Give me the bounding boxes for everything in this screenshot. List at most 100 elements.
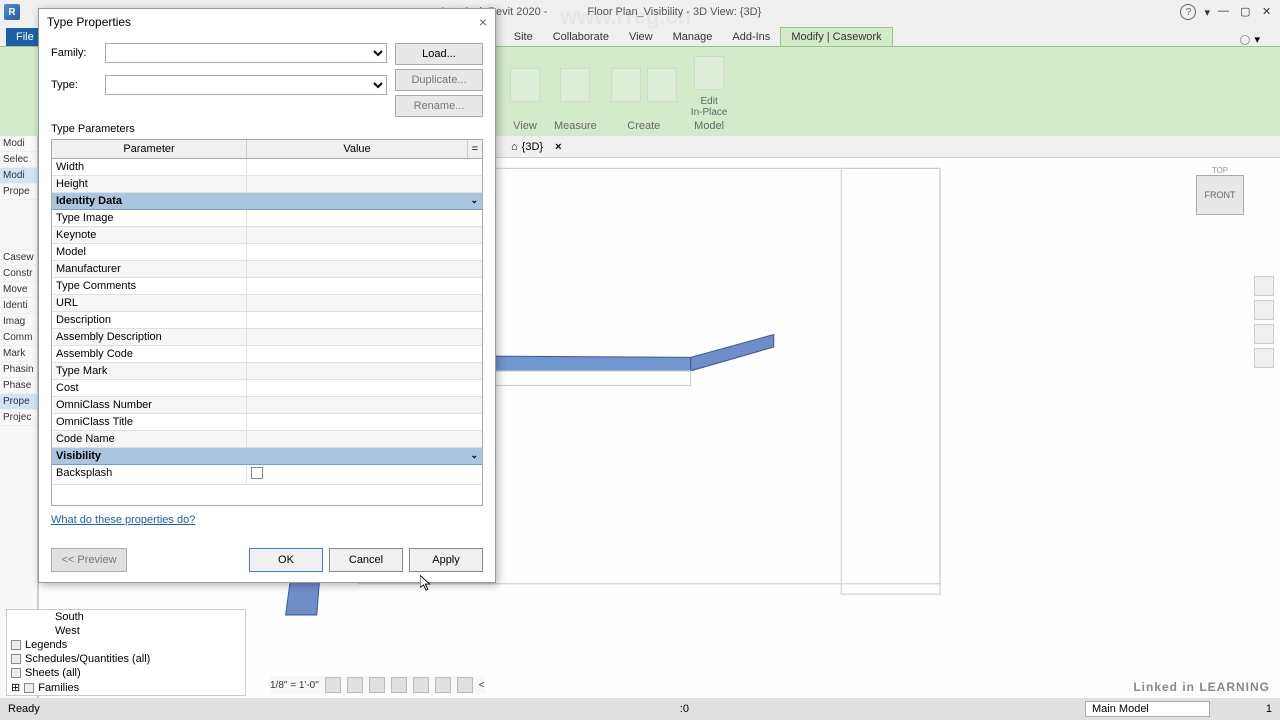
row-code-name[interactable]: Code Name: [52, 431, 247, 447]
row-omni-title[interactable]: OmniClass Title: [52, 414, 247, 430]
param-scroll[interactable]: Width Height Identity Data⌄ Type Image K…: [52, 159, 482, 505]
lp-phasing[interactable]: Phasin: [0, 362, 37, 378]
view-icon[interactable]: [510, 68, 540, 102]
browser-families[interactable]: ⊞Families: [7, 680, 245, 695]
lp-modify2[interactable]: Modi: [0, 168, 37, 184]
ok-button[interactable]: OK: [249, 548, 323, 572]
collapse-icon[interactable]: ⌄: [470, 450, 478, 461]
lp-constr[interactable]: Constr: [0, 266, 37, 282]
nav-cube[interactable]: TOP FRONT: [1180, 166, 1260, 236]
browser-south[interactable]: South: [7, 610, 245, 624]
val-backsplash[interactable]: [247, 465, 482, 484]
apply-button[interactable]: Apply: [409, 548, 483, 572]
filter-icon[interactable]: [1230, 701, 1246, 717]
lp-project[interactable]: Projec: [0, 410, 37, 426]
lp-select[interactable]: Selec: [0, 152, 37, 168]
visual-style-icon[interactable]: [347, 677, 363, 693]
lp-casework[interactable]: Casew: [0, 250, 37, 266]
tab-site[interactable]: Site: [504, 28, 543, 46]
row-assembly-desc[interactable]: Assembly Description: [52, 329, 247, 345]
hide-icon[interactable]: [457, 677, 473, 693]
col-value[interactable]: Value: [247, 140, 468, 158]
dialog-titlebar[interactable]: Type Properties ×: [39, 9, 495, 35]
browser-schedules[interactable]: Schedules/Quantities (all): [7, 652, 245, 666]
close-button[interactable]: ✕: [1262, 5, 1276, 19]
browser-legends[interactable]: Legends: [7, 638, 245, 652]
nav-pan-icon[interactable]: [1254, 300, 1274, 320]
project-browser[interactable]: South West Legends Schedules/Quantities …: [6, 609, 246, 696]
lp-properties[interactable]: Prope: [0, 394, 37, 410]
rename-button[interactable]: Rename...: [395, 95, 483, 117]
row-cost[interactable]: Cost: [52, 380, 247, 396]
lp-modify[interactable]: Modi: [0, 136, 37, 152]
lp-phase[interactable]: Phase: [0, 378, 37, 394]
row-type-mark[interactable]: Type Mark: [52, 363, 247, 379]
tab-modify-casework[interactable]: Modify | Casework: [780, 27, 892, 46]
group-identity-data[interactable]: Identity Data⌄: [52, 193, 482, 210]
lp-comm[interactable]: Comm: [0, 330, 37, 346]
nav-zoom-icon[interactable]: [1254, 324, 1274, 344]
row-model[interactable]: Model: [52, 244, 247, 260]
render-icon[interactable]: [413, 677, 429, 693]
row-backsplash[interactable]: Backsplash: [52, 465, 247, 484]
lp-props[interactable]: Prope: [0, 184, 37, 200]
type-select[interactable]: [105, 75, 387, 95]
tab-collaborate[interactable]: Collaborate: [543, 28, 619, 46]
duplicate-button[interactable]: Duplicate...: [395, 69, 483, 91]
row-width[interactable]: Width: [52, 159, 247, 175]
help-link[interactable]: What do these properties do?: [51, 514, 195, 526]
preview-button[interactable]: << Preview: [51, 548, 127, 572]
scale-value[interactable]: 1/8" = 1'-0": [270, 680, 319, 691]
row-keynote[interactable]: Keynote: [52, 227, 247, 243]
row-manufacturer[interactable]: Manufacturer: [52, 261, 247, 277]
measure-icon[interactable]: [560, 68, 590, 102]
lp-identity[interactable]: Identi: [0, 298, 37, 314]
nav-wheel-icon[interactable]: [1254, 276, 1274, 296]
lp-image[interactable]: Imag: [0, 314, 37, 330]
shadow-icon[interactable]: [391, 677, 407, 693]
col-parameter[interactable]: Parameter: [52, 140, 247, 158]
row-url[interactable]: URL: [52, 295, 247, 311]
create-icon[interactable]: [611, 68, 641, 102]
browser-west[interactable]: West: [7, 624, 245, 638]
tab-view[interactable]: View: [619, 28, 663, 46]
help-icon[interactable]: ?: [1180, 4, 1196, 20]
edit-inplace-icon[interactable]: [694, 56, 724, 90]
tab-3d[interactable]: ⌂ {3D}: [511, 141, 543, 153]
group-visibility[interactable]: Visibility⌄: [52, 448, 482, 465]
cube-front[interactable]: FRONT: [1196, 175, 1244, 215]
chevron-left-icon[interactable]: <: [479, 680, 485, 691]
lp-mark[interactable]: Mark: [0, 346, 37, 362]
dropdown-icon[interactable]: ▾: [1204, 6, 1210, 19]
collapse-icon[interactable]: ⌄: [470, 195, 478, 206]
cube-top[interactable]: TOP: [1180, 166, 1260, 175]
dialog-close-icon[interactable]: ×: [479, 14, 487, 30]
cancel-button[interactable]: Cancel: [329, 548, 403, 572]
tab-addins[interactable]: Add-Ins: [722, 28, 780, 46]
backsplash-checkbox[interactable]: [251, 467, 263, 479]
main-model-select[interactable]: Main Model: [1085, 701, 1210, 717]
row-description[interactable]: Description: [52, 312, 247, 328]
tab-manage[interactable]: Manage: [663, 28, 723, 46]
browser-sheets[interactable]: Sheets (all): [7, 666, 245, 680]
maximize-button[interactable]: ▢: [1240, 5, 1254, 19]
nav-orbit-icon[interactable]: [1254, 348, 1274, 368]
val-width[interactable]: [247, 159, 482, 175]
load-button[interactable]: Load...: [395, 43, 483, 65]
sun-icon[interactable]: [369, 677, 385, 693]
tab-close[interactable]: ×: [555, 141, 561, 153]
detail-icon[interactable]: [325, 677, 341, 693]
crop-icon[interactable]: [435, 677, 451, 693]
minimize-button[interactable]: —: [1218, 5, 1232, 19]
row-omni-num[interactable]: OmniClass Number: [52, 397, 247, 413]
val-height[interactable]: [247, 176, 482, 192]
family-select[interactable]: [105, 43, 387, 63]
lp-moves[interactable]: Move: [0, 282, 37, 298]
col-eq[interactable]: =: [468, 140, 482, 158]
row-type-comments[interactable]: Type Comments: [52, 278, 247, 294]
create-icon-2[interactable]: [647, 68, 677, 102]
row-type-image[interactable]: Type Image: [52, 210, 247, 226]
row-assembly-code[interactable]: Assembly Code: [52, 346, 247, 362]
record-control[interactable]: ▾: [1220, 33, 1280, 46]
row-height[interactable]: Height: [52, 176, 247, 192]
